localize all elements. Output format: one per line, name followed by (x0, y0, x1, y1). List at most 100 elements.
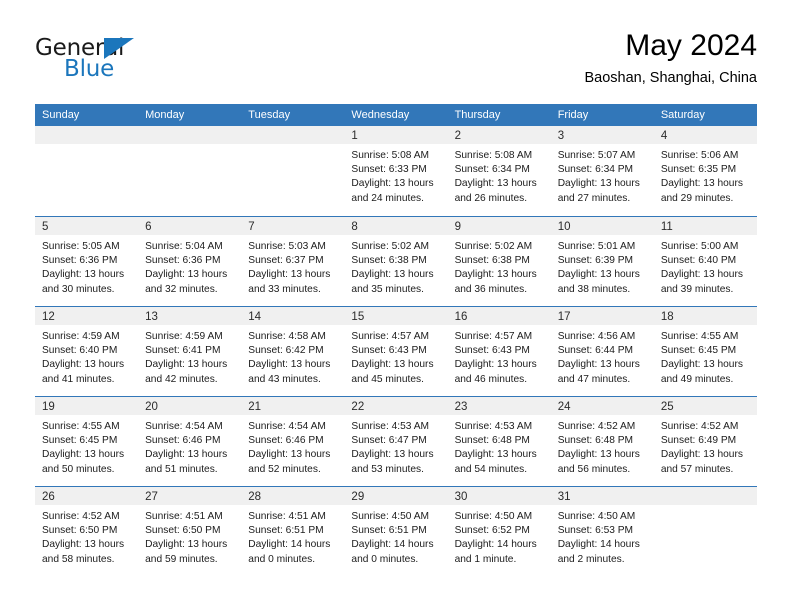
day-header-wednesday: Wednesday (351, 109, 410, 121)
day-detail-line: Sunrise: 5:06 AM (660, 150, 739, 161)
calendar-day-cell[interactable]: 1 Sunrise: 5:08 AM Sunset: 6:33 PM Daylight… (344, 126, 448, 216)
day-detail-line: Sunset: 6:36 PM (145, 255, 221, 267)
day-detail-line: Daylight: 13 hours (145, 269, 228, 281)
calendar-day-cell[interactable]: 24 Sunrise: 4:52 AM Sunset: 6:48 PM Dayligh… (550, 397, 654, 486)
day-header-thursday: Thursday (454, 109, 501, 121)
calendar-week-row: 1 Sunrise: 5:08 AM Sunset: 6:33 PM Daylight… (35, 126, 757, 216)
date-band (138, 126, 242, 144)
general-blue-logo: General Blue (35, 36, 185, 84)
calendar-day-cell-empty (241, 126, 345, 216)
day-detail-line: Daylight: 13 hours (660, 178, 743, 190)
day-details: Sunrise: 4:57 AM Sunset: 6:43 PM Daylight:… (344, 325, 447, 387)
day-details: Sunrise: 4:52 AM Sunset: 6:50 PM Daylight:… (35, 505, 138, 567)
calendar-day-cell[interactable]: 6 Sunrise: 5:04 AM Sunset: 6:36 PM Daylight… (138, 217, 242, 306)
day-detail-line: Sunrise: 4:58 AM (248, 331, 326, 342)
calendar-day-cell[interactable]: 2 Sunrise: 5:08 AM Sunset: 6:34 PM Daylight… (447, 126, 551, 216)
day-detail-line: Daylight: 13 hours (145, 449, 228, 461)
day-detail-line: Daylight: 14 hours (557, 539, 640, 551)
day-detail-line: Sunrise: 4:52 AM (660, 421, 739, 432)
day-details: Sunrise: 4:59 AM Sunset: 6:40 PM Daylight:… (35, 325, 138, 387)
day-detail-line: Daylight: 13 hours (557, 359, 640, 371)
calendar-day-cell[interactable]: 4 Sunrise: 5:06 AM Sunset: 6:35 PM Daylight… (653, 126, 757, 216)
day-detail-line: Daylight: 13 hours (248, 449, 331, 461)
date-number: 12 (42, 311, 55, 323)
day-details: Sunrise: 5:07 AM Sunset: 6:34 PM Daylight:… (551, 144, 654, 206)
day-detail-line: Sunset: 6:46 PM (145, 435, 221, 447)
calendar-day-cell[interactable]: 13 Sunrise: 4:59 AM Sunset: 6:41 PM Dayligh… (138, 307, 242, 396)
day-detail-line: Sunrise: 4:57 AM (454, 331, 533, 342)
date-band: 16 (447, 307, 551, 325)
day-detail-line: Daylight: 13 hours (248, 359, 331, 371)
calendar-day-cell[interactable]: 7 Sunrise: 5:03 AM Sunset: 6:37 PM Daylight… (241, 217, 345, 306)
calendar-day-cell[interactable]: 28 Sunrise: 4:51 AM Sunset: 6:51 PM Dayligh… (241, 487, 345, 576)
calendar-day-cell[interactable]: 19 Sunrise: 4:55 AM Sunset: 6:45 PM Dayligh… (35, 397, 139, 486)
date-number: 7 (248, 221, 255, 233)
calendar-day-cell[interactable]: 27 Sunrise: 4:51 AM Sunset: 6:50 PM Dayligh… (138, 487, 242, 576)
calendar-day-cell[interactable]: 23 Sunrise: 4:53 AM Sunset: 6:48 PM Dayligh… (447, 397, 551, 486)
calendar-day-cell[interactable]: 10 Sunrise: 5:01 AM Sunset: 6:39 PM Dayligh… (550, 217, 654, 306)
calendar-week-row: 26 Sunrise: 4:52 AM Sunset: 6:50 PM Dayligh… (35, 486, 757, 576)
calendar-day-cell[interactable]: 26 Sunrise: 4:52 AM Sunset: 6:50 PM Dayligh… (35, 487, 139, 576)
day-detail-line: and 35 minutes. (351, 283, 424, 295)
day-detail-line: Sunset: 6:38 PM (454, 255, 530, 267)
day-detail-line: Daylight: 13 hours (454, 449, 537, 461)
day-detail-line: Sunrise: 4:57 AM (351, 331, 430, 342)
date-band: 4 (653, 126, 757, 144)
date-number: 14 (248, 311, 262, 323)
day-detail-line: Sunrise: 4:50 AM (557, 511, 636, 522)
date-number: 1 (351, 130, 358, 142)
day-details: Sunrise: 4:59 AM Sunset: 6:41 PM Daylight:… (138, 325, 241, 387)
day-detail-line: Daylight: 13 hours (248, 269, 331, 281)
date-number: 25 (660, 401, 674, 413)
calendar-day-cell[interactable]: 8 Sunrise: 5:02 AM Sunset: 6:38 PM Daylight… (344, 217, 448, 306)
date-number: 28 (248, 491, 262, 503)
day-detail-line: Sunset: 6:51 PM (351, 525, 427, 537)
calendar-day-cell[interactable]: 11 Sunrise: 5:00 AM Sunset: 6:40 PM Dayligh… (653, 217, 757, 306)
day-detail-line: Sunset: 6:37 PM (248, 255, 324, 267)
calendar-day-cell[interactable]: 29 Sunrise: 4:50 AM Sunset: 6:51 PM Dayligh… (344, 487, 448, 576)
day-header-friday: Friday (557, 109, 589, 121)
day-detail-line: Daylight: 13 hours (660, 449, 743, 461)
calendar-day-cell[interactable]: 25 Sunrise: 4:52 AM Sunset: 6:49 PM Dayligh… (653, 397, 757, 486)
calendar-day-cell[interactable]: 12 Sunrise: 4:59 AM Sunset: 6:40 PM Dayligh… (35, 307, 139, 396)
day-details: Sunrise: 4:50 AM Sunset: 6:53 PM Daylight:… (551, 505, 654, 567)
day-detail-line: Sunrise: 5:08 AM (454, 150, 533, 161)
calendar-day-cell[interactable]: 14 Sunrise: 4:58 AM Sunset: 6:42 PM Dayligh… (241, 307, 345, 396)
calendar-day-cell[interactable]: 17 Sunrise: 4:56 AM Sunset: 6:44 PM Dayligh… (550, 307, 654, 396)
calendar-day-cell[interactable]: 5 Sunrise: 5:05 AM Sunset: 6:36 PM Daylight… (35, 217, 139, 306)
date-number: 16 (454, 311, 468, 323)
day-detail-line: Sunrise: 4:53 AM (454, 421, 533, 432)
day-details: Sunrise: 4:56 AM Sunset: 6:44 PM Daylight:… (551, 325, 654, 387)
day-detail-line: and 24 minutes. (351, 192, 424, 204)
calendar-day-cell[interactable]: 9 Sunrise: 5:02 AM Sunset: 6:38 PM Daylight… (447, 217, 551, 306)
calendar-day-cell[interactable]: 15 Sunrise: 4:57 AM Sunset: 6:43 PM Dayligh… (344, 307, 448, 396)
day-header-tuesday: Tuesday (248, 109, 291, 121)
date-band: 7 (241, 217, 345, 235)
calendar-day-cell[interactable]: 31 Sunrise: 4:50 AM Sunset: 6:53 PM Dayligh… (550, 487, 654, 576)
date-number: 3 (557, 130, 565, 142)
day-detail-line: Sunset: 6:44 PM (557, 345, 634, 357)
day-detail-line: Sunset: 6:48 PM (454, 435, 530, 447)
day-detail-line: Sunset: 6:33 PM (351, 164, 427, 176)
date-band: 2 (447, 126, 551, 144)
day-detail-line: Daylight: 13 hours (454, 178, 537, 190)
calendar-day-cell[interactable]: 20 Sunrise: 4:54 AM Sunset: 6:46 PM Dayligh… (138, 397, 242, 486)
calendar-day-cell[interactable]: 3 Sunrise: 5:07 AM Sunset: 6:34 PM Daylight… (550, 126, 654, 216)
day-detail-line: and 26 minutes. (454, 192, 528, 204)
calendar-day-cell[interactable]: 18 Sunrise: 4:55 AM Sunset: 6:45 PM Dayligh… (653, 307, 757, 396)
date-band: 17 (550, 307, 654, 325)
date-number: 11 (660, 221, 673, 233)
date-band: 15 (344, 307, 448, 325)
day-detail-line: Sunset: 6:53 PM (557, 525, 634, 537)
calendar-day-cell[interactable]: 30 Sunrise: 4:50 AM Sunset: 6:52 PM Dayligh… (447, 487, 551, 576)
calendar-day-cell[interactable]: 21 Sunrise: 4:54 AM Sunset: 6:46 PM Dayligh… (241, 397, 345, 486)
calendar-day-cell-empty (653, 487, 757, 576)
day-detail-line: and 45 minutes. (351, 373, 424, 385)
day-header-sunday: Sunday (42, 109, 80, 121)
day-details: Sunrise: 4:51 AM Sunset: 6:51 PM Daylight:… (241, 505, 344, 567)
day-details: Sunrise: 4:50 AM Sunset: 6:52 PM Daylight:… (448, 505, 551, 567)
calendar-day-cell[interactable]: 22 Sunrise: 4:53 AM Sunset: 6:47 PM Dayligh… (344, 397, 448, 486)
calendar-day-cell[interactable]: 16 Sunrise: 4:57 AM Sunset: 6:43 PM Dayligh… (447, 307, 551, 396)
day-details: Sunrise: 5:06 AM Sunset: 6:35 PM Daylight:… (654, 144, 757, 206)
date-number: 17 (557, 311, 571, 323)
